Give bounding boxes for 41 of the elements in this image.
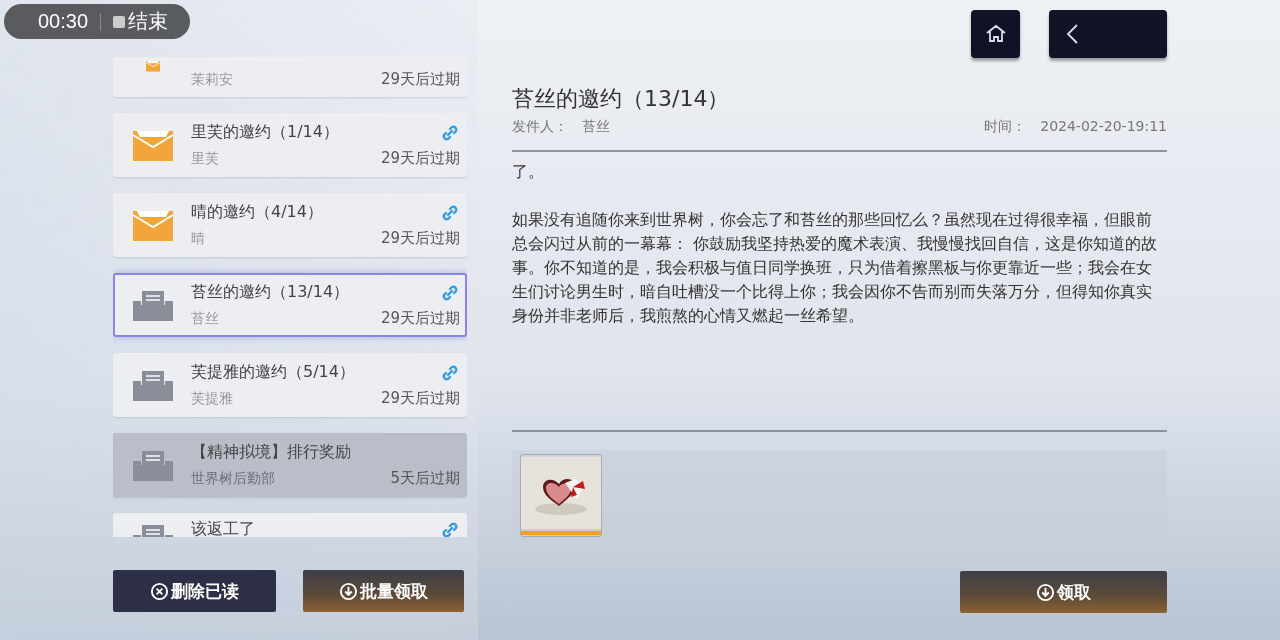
mail-item[interactable]: 里芙的邀约（1/14） 里芙 29天后过期 [113,113,467,177]
mail-title: 芙提雅的邀约（5/14） [191,362,355,383]
sent-time: 2024-02-20-19:11 [1040,118,1167,136]
recording-time: 00:30 [38,10,89,33]
mail-sender: 茉莉安 [191,70,233,89]
expiry-text: 29天后过期 [380,70,460,89]
mail-paragraph: 了。 [512,162,545,183]
sender-name: 苔丝 [582,118,610,136]
delete-read-button[interactable]: 删除已读 [113,570,276,612]
mail-item[interactable]: 该返工了 [113,513,467,537]
mail-title: 该返工了 [191,519,255,537]
download-circle-icon [339,581,358,601]
claim-all-button[interactable]: 批量领取 [303,570,464,612]
mail-paragraph: 如果没有追随你来到世界树，你会忘了和苔丝的那些回忆么？虽然现在过得很幸福，但眼前总会闪过从前的一幕幕： 你鼓励我坚持热爱的魔术表演、我慢慢找回自信，这是你知道的故事。你不知道的是，我会积极与值日同学换班，只为借着擦黑板与你更靠近一些；我会在女生们讨论男生时，暗自吐槽没一个比得上你；我会因你不告而别而失落万分，但得知你真实身份并非老师后，我煎熬的心情又燃起一丝希望。 [512,210,1158,327]
expiry-text: 29天后过期 [380,229,460,248]
time-label: 时间： [984,118,1027,136]
mail-title: 晴的邀约（4/14） [191,202,323,223]
expiry-text: 29天后过期 [380,309,460,328]
mail-title: 【精神拟境】排行奖励 [191,442,351,463]
mail-title: 苔丝的邀约（13/14） [191,282,350,303]
mail-heading: 苔丝的邀约（13/14） [512,85,731,113]
claim-button[interactable]: 领取 [960,571,1167,613]
mail-item[interactable]: 芙提雅的邀约（5/14） 芙提雅 29天后过期 [113,353,467,417]
download-circle-icon [1036,582,1055,602]
expiry-text: 5天后过期 [390,469,460,488]
mail-title: 里芙的邀约（1/14） [191,122,339,143]
expiry-text: 29天后过期 [380,149,460,168]
close-circle-icon [150,581,169,601]
expiry-text: 29天后过期 [380,389,460,408]
home-button[interactable] [971,10,1020,58]
mail-item[interactable]: 苔丝的邀约（13/14） 苔丝 29天后过期 [113,273,467,337]
mail-item[interactable]: 晴的邀约（4/14） 晴 29天后过期 [113,193,467,257]
mail-sender: 里芙 [191,149,219,168]
mail-sender: 芙提雅 [191,389,233,408]
stop-icon [113,15,126,28]
mail-sender: 苔丝 [191,309,219,328]
mail-sender: 晴 [191,229,205,248]
mail-item[interactable]: 茉莉安 29天后过期 [113,57,467,97]
stop-button[interactable]: 结束 [113,8,169,35]
sender-label: 发件人： [512,118,568,136]
mail-sender: 世界树后勤部 [191,469,275,488]
